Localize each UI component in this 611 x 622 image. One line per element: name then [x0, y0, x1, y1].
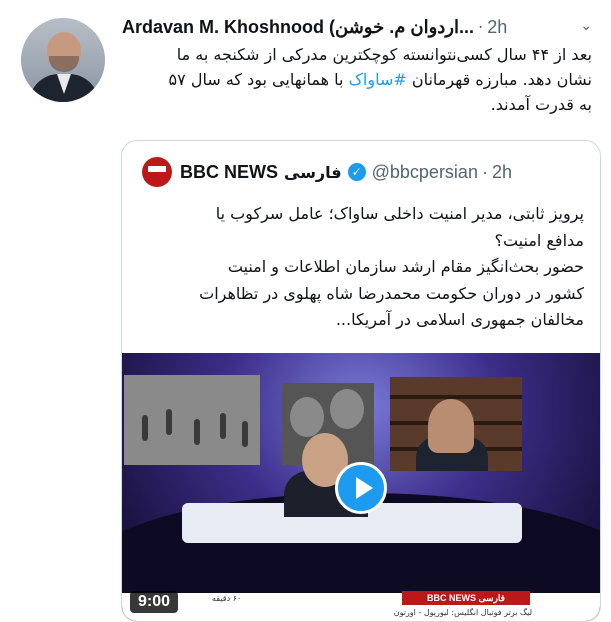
crowd-figure	[166, 409, 172, 435]
crowd-figure	[194, 419, 200, 445]
quoted-text-line: حضور بحث‌انگیز مقام ارشد سازمان اطلاعات …	[227, 257, 584, 276]
more-options-icon[interactable]: ⌄	[580, 18, 592, 34]
play-icon	[356, 477, 373, 499]
crowd-figure	[242, 421, 248, 447]
author-avatar[interactable]	[21, 18, 105, 102]
video-player[interactable]: BBC NEWS فارسی ۶۰ دقیقه لیگ برتر فوتبال …	[122, 353, 600, 621]
tweet-text-line: بعد از ۴۴ سال کسی‌نتوانسته کوچکترین مدرک…	[176, 45, 592, 64]
quoted-tweet[interactable]: BBC NEWS فارسی ✓ @bbcpersian · 2h پرویز …	[121, 140, 601, 622]
verified-badge-icon: ✓	[347, 163, 366, 181]
archive-photo-screen	[124, 375, 260, 465]
quoted-text-line: مدافع امنیت؟	[494, 230, 584, 250]
separator-dot: ·	[478, 17, 484, 37]
play-button[interactable]	[335, 462, 387, 514]
ticker-time: ۶۰ دقیقه	[212, 594, 242, 603]
tweet-header: Ardavan M. Khoshnood (اردوان م. خوشن... …	[122, 14, 592, 40]
quoted-author-name-persian[interactable]: فارسی	[284, 163, 342, 182]
tweet-text-line: نشان دهد. مبارزه قهرمانان #ساواک با همان…	[126, 67, 592, 92]
guest-screen	[390, 377, 522, 471]
quoted-author-name[interactable]: BBC NEWS	[180, 162, 278, 183]
bbc-logo-block	[160, 166, 166, 172]
tweet-text-segment: نشان دهد. مبارزه قهرمانان	[406, 70, 592, 89]
author-name[interactable]: Ardavan M. Khoshnood (اردوان م. خوشن...	[122, 17, 474, 38]
quoted-tweet-header: BBC NEWS فارسی ✓ @bbcpersian · 2h	[142, 157, 582, 187]
portrait-face	[330, 389, 364, 429]
crowd-figure	[142, 415, 148, 441]
portrait-face	[290, 397, 324, 437]
ticker-headline: لیگ برتر فوتبال انگلیس: لیورپول - اورتون	[393, 608, 532, 617]
bookshelf	[390, 395, 522, 399]
bbc-logo-icon[interactable]	[142, 157, 172, 187]
quoted-timestamp[interactable]: 2h	[492, 162, 512, 183]
crowd-figure	[220, 413, 226, 439]
tweet-text: بعد از ۴۴ سال کسی‌نتوانسته کوچکترین مدرک…	[126, 42, 592, 117]
guest-head	[428, 399, 474, 453]
quoted-text-line: کشور در دوران حکومت محمدرضا شاه پهلوی در…	[199, 283, 584, 303]
quoted-author-handle[interactable]: @bbcpersian	[372, 162, 478, 183]
separator-dot: ·	[481, 161, 488, 182]
video-duration: 9:00	[130, 591, 179, 613]
quoted-text-line: پرویز ثابتی، مدیر امنیت داخلی ساواک؛ عام…	[215, 204, 584, 223]
tweet-card[interactable]: Ardavan M. Khoshnood (اردوان م. خوشن... …	[0, 0, 611, 622]
hashtag-link[interactable]: #ساواک	[349, 70, 407, 89]
ticker-brand: BBC NEWS فارسی	[402, 591, 530, 605]
tweet-text-line: به قدرت آمدند.	[490, 95, 592, 114]
quoted-tweet-text: پرویز ثابتی، مدیر امنیت داخلی ساواک؛ عام…	[140, 201, 584, 334]
tweet-text-segment: با همانهایی بود که سال ۵۷	[168, 70, 349, 89]
quoted-text-line: مخالفان جمهوری اسلامی در آمریکا...	[335, 310, 584, 329]
tweet-timestamp[interactable]: 2h	[487, 17, 507, 38]
